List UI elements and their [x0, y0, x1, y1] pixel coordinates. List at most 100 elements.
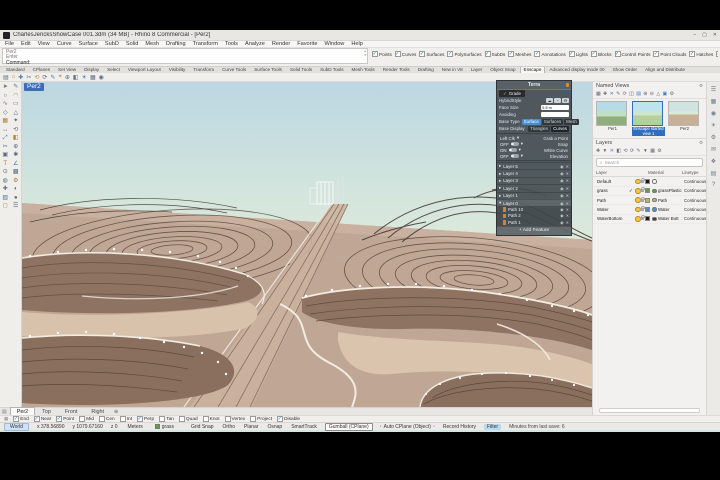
- menu-item[interactable]: View: [38, 41, 50, 47]
- toolbar-tab[interactable]: Align and Distribute: [641, 66, 689, 73]
- layers-tool-icon[interactable]: ⟲: [623, 149, 627, 154]
- layer-color-swatch[interactable]: [645, 188, 650, 193]
- linetype-value[interactable]: Continuous: [684, 207, 706, 212]
- tool-icon[interactable]: ∿: [3, 101, 8, 108]
- gear-icon[interactable]: ⚙: [699, 83, 703, 89]
- linetype-value[interactable]: Continuous: [684, 179, 706, 184]
- osnap-checkbox[interactable]: Point: [56, 416, 74, 422]
- tool-icon[interactable]: ➤: [3, 84, 8, 91]
- tool-icon[interactable]: ◇: [3, 110, 8, 117]
- menu-item[interactable]: Mesh: [145, 41, 159, 47]
- named-view-thumbnail[interactable]: [632, 101, 663, 126]
- base-type-option[interactable]: Surface: [522, 119, 541, 125]
- layers-tool-icon[interactable]: ▼: [603, 149, 608, 154]
- eye-icon[interactable]: ◉: [560, 201, 564, 206]
- terra-layer-row[interactable]: ▸ Layer 1 ◉ ✕: [497, 192, 571, 199]
- osnap-checkbox[interactable]: Project: [250, 416, 272, 422]
- tool-icon[interactable]: ●: [14, 195, 18, 202]
- toolbar-tab[interactable]: Viewport Layout: [124, 66, 165, 73]
- layers-search[interactable]: ⌕ Search: [596, 158, 703, 167]
- osnap-checkbox[interactable]: Cen: [99, 416, 115, 422]
- menu-item[interactable]: Drafting: [166, 41, 186, 47]
- layers-tool-icon[interactable]: ✎: [636, 149, 640, 154]
- panel-tab-icon[interactable]: ❖: [711, 158, 716, 165]
- named-views-tool-icon[interactable]: ✚: [603, 92, 607, 97]
- menu-item[interactable]: Analyze: [245, 41, 265, 47]
- toolbar-tab[interactable]: Select: [103, 66, 124, 73]
- toolbar-icon[interactable]: ◧: [73, 74, 79, 81]
- column-material[interactable]: Material: [648, 170, 682, 175]
- layer-color-swatch[interactable]: [645, 216, 650, 221]
- toolbar-tab[interactable]: Solid Tools: [286, 66, 316, 73]
- menu-item[interactable]: Window: [324, 41, 344, 47]
- viewport-tab[interactable]: Per2: [10, 407, 35, 415]
- option-value[interactable]: Snap: [558, 142, 568, 147]
- tool-icon[interactable]: ▭: [13, 101, 19, 108]
- eye-icon[interactable]: ◉: [560, 213, 564, 218]
- layers-tool-icon[interactable]: ⟳: [630, 149, 634, 154]
- layer-color-swatch[interactable]: [645, 207, 650, 212]
- menu-item[interactable]: Help: [351, 41, 363, 47]
- osnap-checkbox[interactable]: Disable: [277, 416, 300, 422]
- tool-icon[interactable]: ◧: [13, 135, 19, 142]
- tool-icon[interactable]: △: [13, 110, 18, 117]
- osnap-checkbox[interactable]: Knot: [203, 416, 220, 422]
- viewport-layout-icon[interactable]: ▤: [2, 409, 7, 415]
- delete-icon[interactable]: ✕: [566, 220, 569, 225]
- viewport-tab[interactable]: Front: [58, 407, 85, 415]
- status-toggle[interactable]: Planar: [243, 424, 259, 430]
- tool-icon[interactable]: ✱: [13, 152, 18, 159]
- caret-icon[interactable]: ▾: [499, 200, 501, 206]
- filter-checkbox[interactable]: Annotations: [534, 51, 565, 57]
- tool-icon[interactable]: ⤢: [3, 135, 8, 142]
- toolbar-tab[interactable]: Enscape: [520, 66, 546, 73]
- filter-checkbox[interactable]: Control Points: [615, 51, 651, 57]
- tool-icon[interactable]: ⊙: [3, 169, 8, 176]
- named-view-item[interactable]: Per2: [668, 101, 701, 136]
- status-toggle[interactable]: Grid Snap: [190, 424, 215, 430]
- eye-icon[interactable]: ◉: [560, 178, 564, 183]
- osnap-checkbox[interactable]: Near: [34, 416, 51, 422]
- filter-checkbox[interactable]: Surfaces: [419, 51, 444, 57]
- material-name[interactable]: grassPlastic: [657, 188, 684, 193]
- toolbar-icon[interactable]: ✂: [26, 74, 31, 81]
- tool-icon[interactable]: ✎: [13, 84, 18, 91]
- delete-icon[interactable]: ✕: [566, 164, 569, 169]
- tool-icon[interactable]: ◍: [3, 178, 8, 185]
- named-views-tool-icon[interactable]: ✕: [610, 92, 614, 97]
- toolbar-icon[interactable]: ⟲: [34, 74, 39, 81]
- toolbar-icon[interactable]: ⟳: [42, 74, 47, 81]
- delete-icon[interactable]: ✕: [566, 178, 569, 183]
- delete-icon[interactable]: ✕: [566, 193, 569, 198]
- layer-color-swatch[interactable]: [645, 198, 650, 203]
- osnap-checkbox[interactable]: Int: [120, 416, 132, 422]
- toolbar-tab[interactable]: SubD Tools: [316, 66, 347, 73]
- terra-layer-row[interactable]: ▸ Layer 2 ◉ ✕: [497, 184, 571, 191]
- terra-layer-row[interactable]: ▸ Layer 4 ◉ ✕: [497, 169, 571, 176]
- eye-icon[interactable]: ◉: [560, 171, 564, 176]
- linetype-value[interactable]: Continuous: [684, 188, 706, 193]
- osnap-checkbox[interactable]: Vertex: [225, 416, 246, 422]
- named-views-tool-icon[interactable]: ⟳: [623, 92, 627, 97]
- terra-layer-row[interactable]: ▸ Layer 5 ◉ ✕: [497, 162, 571, 169]
- status-toggle[interactable]: Ortho: [222, 424, 237, 430]
- status-toggle[interactable]: Gumball (CPlane): [325, 423, 373, 431]
- material-sphere-icon[interactable]: [652, 189, 657, 194]
- toolbar-tab[interactable]: Curve Tools: [218, 66, 250, 73]
- status-toggle[interactable]: Filter: [484, 424, 501, 430]
- material-sphere-icon[interactable]: [652, 217, 657, 222]
- status-toggle[interactable]: Osnap: [266, 424, 283, 430]
- menu-item[interactable]: File: [5, 41, 14, 47]
- tool-icon[interactable]: ○: [3, 93, 7, 100]
- named-views-tool-icon[interactable]: ▦: [596, 92, 601, 97]
- command-box[interactable]: Per2 Enter Command: ▴▾: [2, 48, 368, 64]
- base-display-option[interactable]: Triangles: [528, 126, 550, 132]
- layers-tool-icon[interactable]: ✕: [610, 149, 614, 154]
- current-layer-chip[interactable]: grass: [155, 424, 174, 430]
- filter-checkbox[interactable]: PolySurfaces: [447, 51, 481, 57]
- gear-icon[interactable]: ⚙: [699, 140, 703, 146]
- delete-icon[interactable]: ✕: [566, 201, 569, 206]
- menu-item[interactable]: Transform: [193, 41, 218, 47]
- status-toggle[interactable]: Auto CPlane (Object): [380, 424, 435, 430]
- toolbar-tab[interactable]: CPlanes: [29, 66, 54, 73]
